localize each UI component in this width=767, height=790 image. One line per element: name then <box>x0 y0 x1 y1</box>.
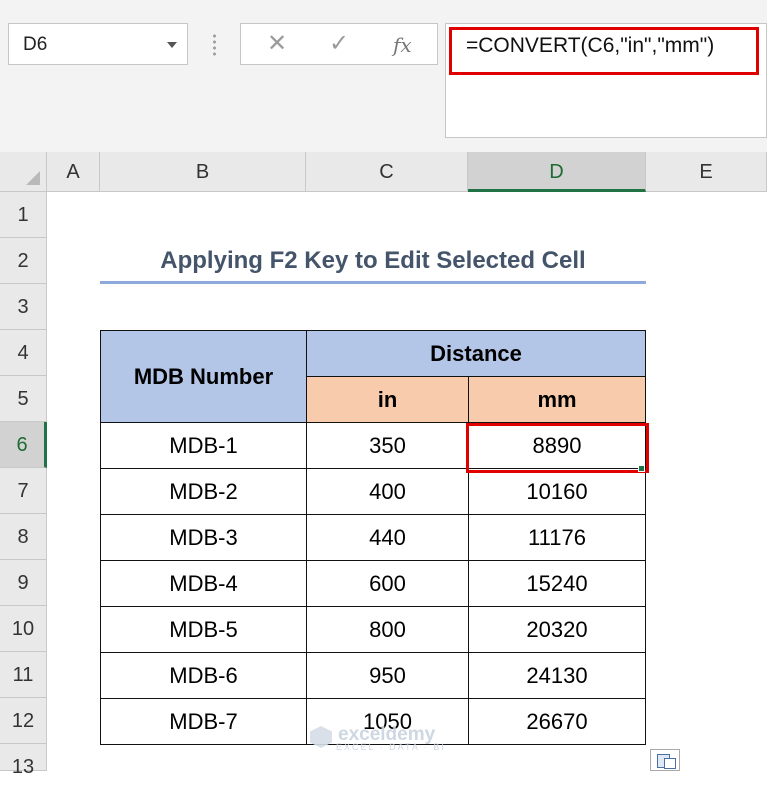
cell-in[interactable]: 400 <box>306 468 469 515</box>
column-header-d[interactable]: D <box>468 152 646 192</box>
row-header-3[interactable]: 3 <box>0 284 47 330</box>
fill-handle[interactable] <box>638 465 645 472</box>
formula-buttons: ✕ ✓ fx <box>240 23 438 65</box>
cell-mdb[interactable]: MDB-4 <box>100 560 307 607</box>
header-mm[interactable]: mm <box>468 376 646 423</box>
active-cell-highlight <box>466 423 649 473</box>
paste-options-icon[interactable] <box>650 749 680 771</box>
name-box-dropdown-icon[interactable] <box>167 42 177 48</box>
formula-bar-area: D6 ✕ ✓ fx =CONVERT(C6,"in","mm") <box>0 0 767 152</box>
cell-mm[interactable]: 10160 <box>468 468 646 515</box>
insert-function-icon[interactable]: fx <box>393 33 412 57</box>
row-header-8[interactable]: 8 <box>0 514 47 560</box>
row-header-13[interactable]: 13 <box>0 744 47 778</box>
watermark-tagline: EXCEL · DATA · BI <box>336 742 446 752</box>
cell-mm[interactable]: 20320 <box>468 606 646 653</box>
header-distance[interactable]: Distance <box>306 330 646 377</box>
cell-mm[interactable]: 15240 <box>468 560 646 607</box>
column-header-b[interactable]: B <box>100 152 306 192</box>
column-header-c[interactable]: C <box>306 152 468 192</box>
row-header-1[interactable]: 1 <box>0 192 47 238</box>
cancel-icon[interactable]: ✕ <box>267 29 287 58</box>
enter-icon[interactable]: ✓ <box>329 29 349 58</box>
cell-mdb[interactable]: MDB-3 <box>100 514 307 561</box>
name-box[interactable]: D6 <box>8 23 188 65</box>
cell-mm[interactable]: 11176 <box>468 514 646 561</box>
cell-mdb[interactable]: MDB-2 <box>100 468 307 515</box>
row-header-12[interactable]: 12 <box>0 698 47 744</box>
cell-mdb[interactable]: MDB-5 <box>100 606 307 653</box>
cell-in[interactable]: 440 <box>306 514 469 561</box>
cell-mdb[interactable]: MDB-7 <box>100 698 307 745</box>
row-header-9[interactable]: 9 <box>0 560 47 606</box>
exceldemy-logo-icon <box>310 726 332 748</box>
row-header-4[interactable]: 4 <box>0 330 47 376</box>
cell-in[interactable]: 950 <box>306 652 469 699</box>
row-header-10[interactable]: 10 <box>0 606 47 652</box>
cell-in[interactable]: 800 <box>306 606 469 653</box>
row-header-2[interactable]: 2 <box>0 238 47 284</box>
row-header-7[interactable]: 7 <box>0 468 47 514</box>
row-header-6[interactable]: 6 <box>0 422 47 468</box>
sheet-title[interactable]: Applying F2 Key to Edit Selected Cell <box>100 238 646 284</box>
cell-mm[interactable]: 24130 <box>468 652 646 699</box>
header-mdb-number[interactable]: MDB Number <box>100 330 307 423</box>
column-header-e[interactable]: E <box>646 152 767 192</box>
header-in[interactable]: in <box>306 376 469 423</box>
cell-mdb[interactable]: MDB-1 <box>100 422 307 469</box>
select-all-icon <box>26 171 40 185</box>
name-box-value: D6 <box>23 34 48 55</box>
watermark-logo: exceldemy EXCEL · DATA · BI <box>310 724 446 752</box>
cell-in[interactable]: 350 <box>306 422 469 469</box>
formula-highlight-box <box>449 27 759 75</box>
select-all-corner[interactable] <box>0 152 47 192</box>
row-header-5[interactable]: 5 <box>0 376 47 422</box>
row-header-11[interactable]: 11 <box>0 652 47 698</box>
cell-mdb[interactable]: MDB-6 <box>100 652 307 699</box>
cell-in[interactable]: 600 <box>306 560 469 607</box>
formula-bar-grip[interactable] <box>213 33 216 57</box>
column-header-a[interactable]: A <box>47 152 100 192</box>
cell-mm[interactable]: 26670 <box>468 698 646 745</box>
